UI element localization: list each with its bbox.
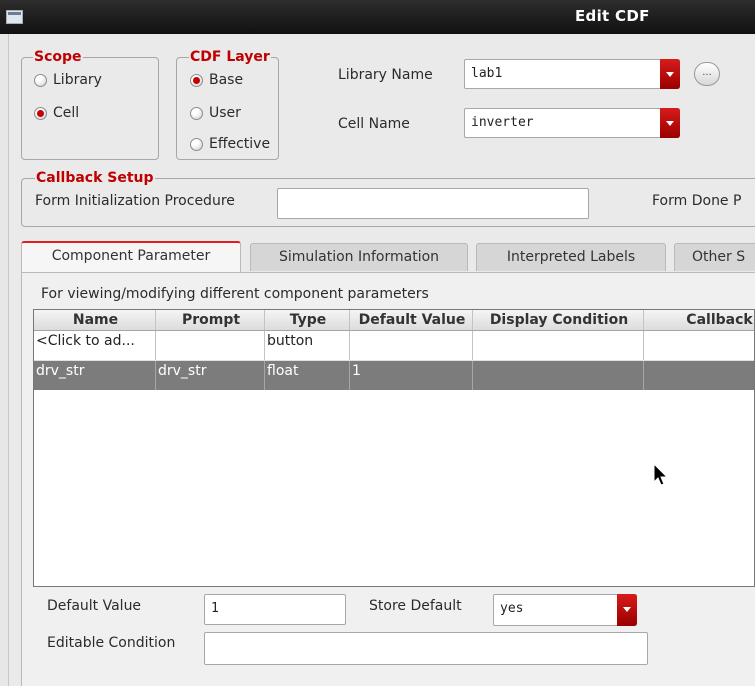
table-cell-name[interactable]: drv_str xyxy=(34,361,156,390)
cdf-layer-user-radio-dot[interactable] xyxy=(190,106,203,120)
title-bar: Edit CDF xyxy=(0,0,755,34)
cdf-layer-user-radio[interactable]: User xyxy=(190,104,241,122)
column-header-callback[interactable]: Callback xyxy=(644,310,754,330)
cell-name-value: inverter xyxy=(471,115,534,130)
table-cell-callback[interactable] xyxy=(644,331,754,360)
table-cell-display-condition[interactable] xyxy=(473,361,644,390)
cdf-layer-base-radio[interactable]: Base xyxy=(190,71,243,89)
table-cell-type[interactable]: float xyxy=(265,361,350,390)
library-name-label: Library Name xyxy=(338,67,433,83)
window-title: Edit CDF xyxy=(575,7,650,25)
parameter-table[interactable]: Name Prompt Type Default Value Display C… xyxy=(33,309,755,587)
library-name-value: lab1 xyxy=(471,66,503,81)
cdf-layer-effective-label: Effective xyxy=(209,136,271,152)
scope-library-label: Library xyxy=(53,72,102,88)
table-header: Name Prompt Type Default Value Display C… xyxy=(34,310,754,331)
tab-interpreted-labels[interactable]: Interpreted Labels xyxy=(476,243,666,271)
column-header-type[interactable]: Type xyxy=(265,310,350,330)
store-default-label: Store Default xyxy=(369,598,462,614)
store-default-chevron-down-icon[interactable] xyxy=(617,594,637,626)
cdf-layer-effective-radio-dot[interactable] xyxy=(190,137,203,151)
form-done-label: Form Done P xyxy=(652,193,742,209)
window-left-edge xyxy=(0,34,9,686)
table-cell-type[interactable]: button xyxy=(265,331,350,360)
store-default-value: yes xyxy=(500,601,524,616)
mouse-pointer-icon xyxy=(653,463,668,486)
window-menu-icon[interactable] xyxy=(6,10,23,24)
scope-legend: Scope xyxy=(33,48,83,66)
scope-cell-radio[interactable]: Cell xyxy=(34,104,79,122)
form-init-label: Form Initialization Procedure xyxy=(35,193,235,209)
callback-setup-legend: Callback Setup xyxy=(35,169,155,187)
cell-name-label: Cell Name xyxy=(338,116,410,132)
table-row-selected[interactable]: drv_str drv_str float 1 xyxy=(34,361,754,390)
column-header-prompt[interactable]: Prompt xyxy=(156,310,265,330)
table-cell-default-value[interactable]: 1 xyxy=(350,361,473,390)
library-browse-button[interactable]: ... xyxy=(694,62,720,86)
editable-condition-input[interactable] xyxy=(204,632,648,665)
scope-cell-radio-dot[interactable] xyxy=(34,106,47,120)
library-name-chevron-down-icon[interactable] xyxy=(660,59,680,89)
cdf-layer-effective-radio[interactable]: Effective xyxy=(190,135,270,153)
tab-simulation-information[interactable]: Simulation Information xyxy=(250,243,468,271)
cdf-layer-user-label: User xyxy=(209,105,241,121)
table-row[interactable]: <Click to ad... button xyxy=(34,331,754,361)
scope-library-radio[interactable]: Library xyxy=(34,71,102,89)
scope-cell-label: Cell xyxy=(53,105,80,121)
column-header-default-value[interactable]: Default Value xyxy=(350,310,473,330)
default-value-input[interactable]: 1 xyxy=(204,594,346,625)
store-default-dropdown[interactable]: yes xyxy=(493,594,637,626)
library-name-dropdown[interactable]: lab1 xyxy=(464,59,680,89)
column-header-name[interactable]: Name xyxy=(34,310,156,330)
component-parameter-description: For viewing/modifying different componen… xyxy=(41,286,429,302)
cdf-layer-legend: CDF Layer xyxy=(189,48,271,66)
table-cell-default-value[interactable] xyxy=(350,331,473,360)
column-header-display-condition[interactable]: Display Condition xyxy=(473,310,644,330)
table-cell-prompt[interactable] xyxy=(156,331,265,360)
cdf-layer-base-radio-dot[interactable] xyxy=(190,73,203,87)
default-value-label: Default Value xyxy=(47,598,142,614)
table-cell-prompt[interactable]: drv_str xyxy=(156,361,265,390)
tab-other[interactable]: Other S xyxy=(674,243,755,271)
edit-cdf-window: Edit CDF Scope Library Cell CDF Layer Ba… xyxy=(0,0,755,686)
editable-condition-label: Editable Condition xyxy=(47,635,176,651)
cell-name-chevron-down-icon[interactable] xyxy=(660,108,680,138)
cdf-layer-base-label: Base xyxy=(209,72,244,88)
cell-name-dropdown[interactable]: inverter xyxy=(464,108,680,138)
scope-library-radio-dot[interactable] xyxy=(34,73,47,87)
table-cell-name[interactable]: <Click to ad... xyxy=(34,331,156,360)
form-init-input[interactable] xyxy=(277,188,589,219)
table-cell-callback[interactable] xyxy=(644,361,754,390)
tab-component-parameter[interactable]: Component Parameter xyxy=(21,241,241,272)
table-cell-display-condition[interactable] xyxy=(473,331,644,360)
